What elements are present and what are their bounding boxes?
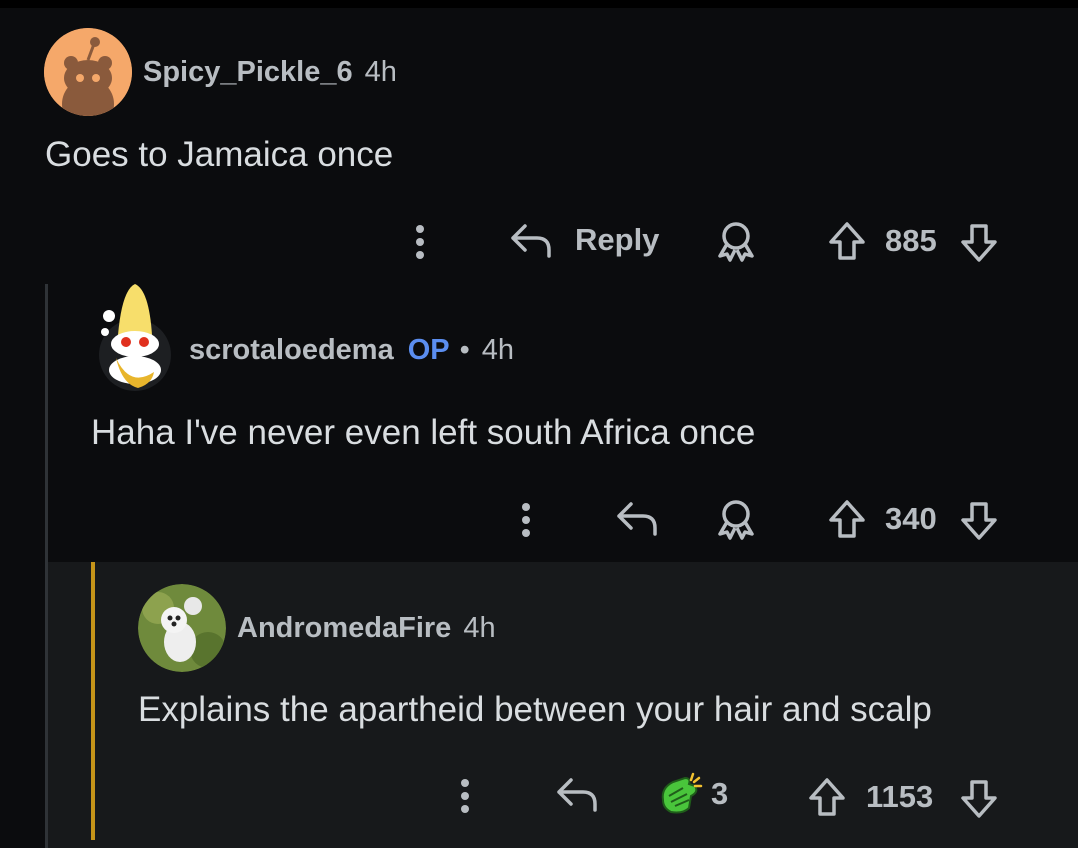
reply-button[interactable]: Reply — [509, 220, 659, 260]
username[interactable]: Spicy_Pickle_6 — [143, 56, 353, 89]
award-button[interactable] — [715, 220, 757, 262]
reply-icon — [617, 502, 657, 536]
reply-label: Reply — [575, 222, 660, 257]
timestamp: 4h — [364, 56, 397, 88]
reply-button[interactable] — [615, 498, 659, 538]
score: 1153 — [866, 779, 934, 814]
timestamp: 4h — [463, 612, 496, 644]
more-vertical-icon — [461, 779, 469, 813]
more-vertical-icon — [416, 225, 424, 259]
upvote-icon — [809, 778, 845, 816]
score: 340 — [885, 501, 937, 536]
more-options-button[interactable] — [511, 500, 541, 540]
downvote-button[interactable] — [958, 500, 1000, 542]
reply-icon — [511, 224, 551, 258]
upvote-button[interactable] — [826, 220, 868, 262]
reply-button[interactable] — [555, 774, 599, 814]
comment-3: AndromedaFire 4h Explains the apartheid … — [0, 562, 1078, 848]
avatar[interactable] — [138, 584, 226, 672]
award-icon — [718, 500, 754, 540]
downvote-icon — [961, 780, 997, 818]
reply-icon — [557, 778, 597, 812]
upvote-icon — [829, 222, 865, 260]
award-button[interactable]: 3 — [655, 770, 728, 818]
comment-body: Haha I've never even left south Africa o… — [91, 413, 756, 452]
comment-1: Spicy_Pickle_6 4h Goes to Jamaica once R… — [0, 0, 1078, 280]
award-button[interactable] — [715, 498, 757, 540]
upvote-button[interactable] — [806, 776, 848, 818]
clap-award-icon — [661, 772, 703, 814]
downvote-button[interactable] — [958, 222, 1000, 264]
more-vertical-icon — [522, 503, 530, 537]
award-count: 3 — [711, 776, 729, 811]
dog-photo-avatar-icon — [138, 584, 226, 672]
upvote-icon — [829, 500, 865, 538]
avatar[interactable] — [44, 28, 132, 116]
upvote-button[interactable] — [826, 498, 868, 540]
award-icon — [718, 222, 754, 262]
score: 885 — [885, 223, 937, 258]
comment-body: Goes to Jamaica once — [45, 135, 394, 174]
more-options-button[interactable] — [405, 222, 435, 262]
timestamp: 4h — [481, 334, 515, 366]
avatar[interactable] — [94, 280, 176, 392]
op-badge: OP — [407, 334, 450, 366]
downvote-button[interactable] — [958, 778, 1000, 820]
comment-body: Explains the apartheid between your hair… — [138, 690, 932, 729]
downvote-icon — [961, 224, 997, 262]
more-options-button[interactable] — [450, 776, 480, 816]
comment-2: scrotaloedema OP • 4h Haha I've never ev… — [0, 280, 1078, 562]
separator: • — [459, 334, 470, 366]
snoo-avatar-icon — [44, 28, 132, 116]
username[interactable]: AndromedaFire — [237, 612, 451, 645]
username[interactable]: scrotaloedema — [189, 334, 394, 367]
downvote-icon — [961, 502, 997, 540]
banana-snoo-avatar-icon — [99, 284, 171, 391]
